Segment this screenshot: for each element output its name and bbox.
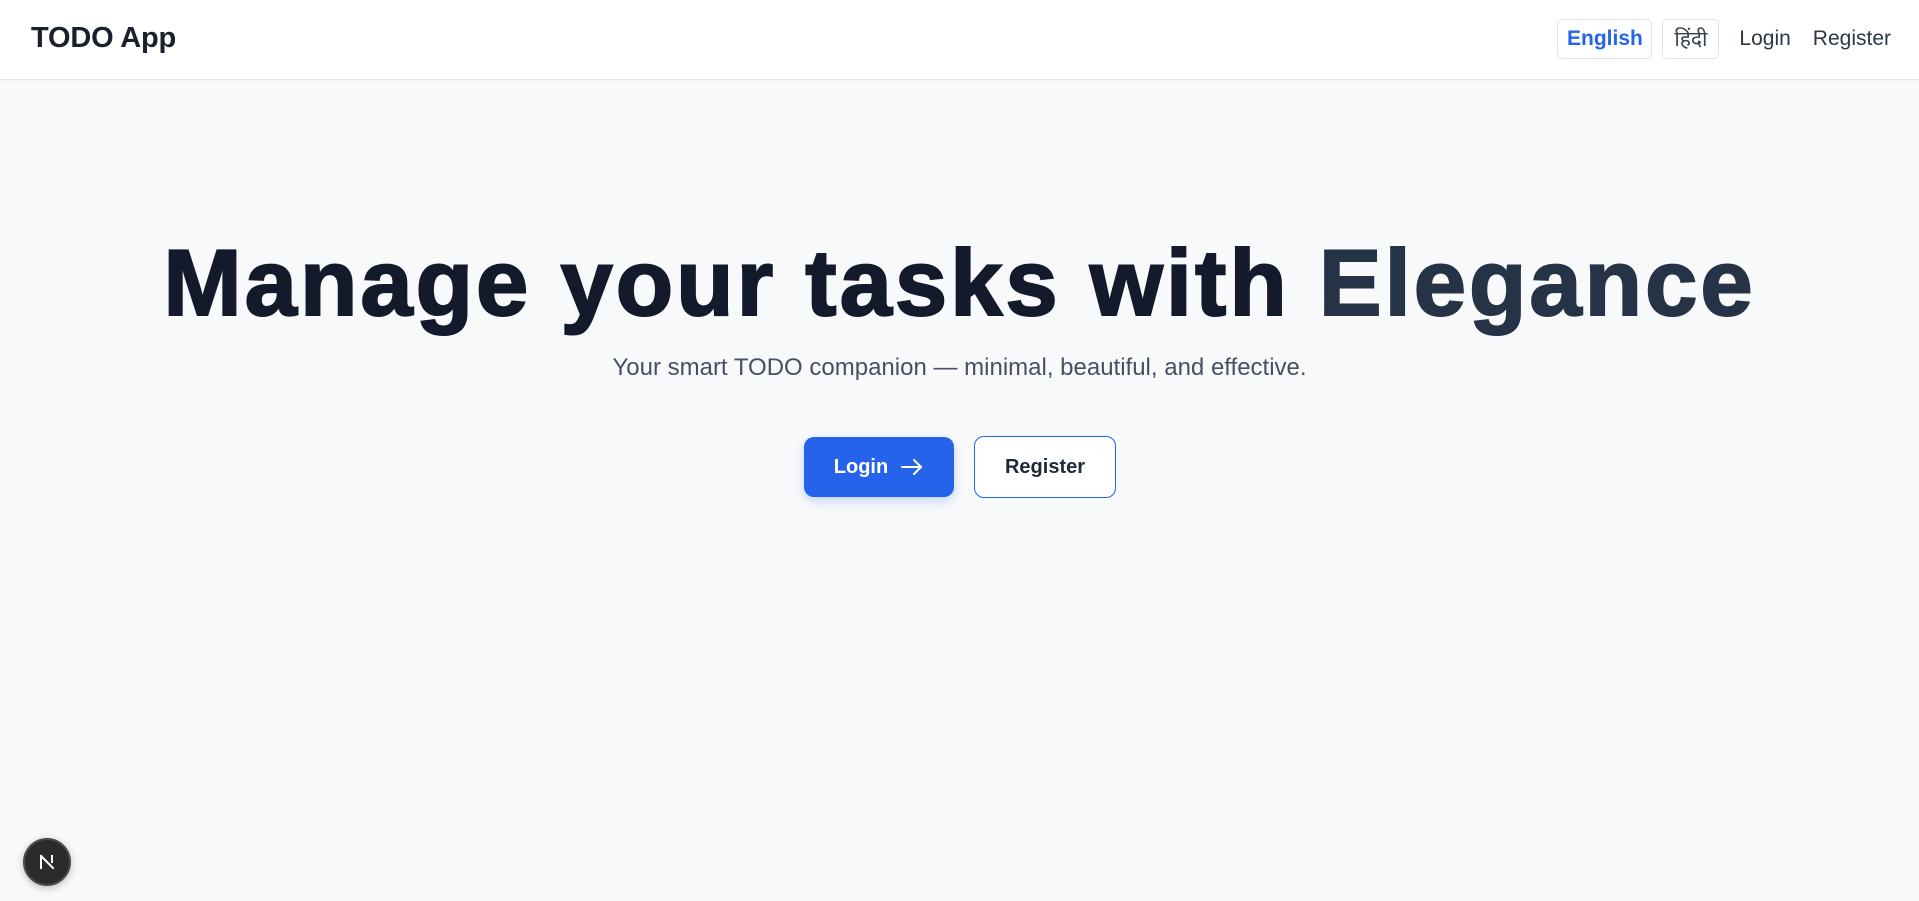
arrow-right-icon: [900, 458, 924, 476]
cta-buttons: Login Register: [804, 436, 1116, 498]
brand-logo-text[interactable]: TODO App: [31, 20, 176, 56]
hero-title: Manage your tasks with Elegance: [0, 228, 1919, 338]
nav-login-link[interactable]: Login: [1739, 27, 1790, 51]
hero-subtitle: Your smart TODO companion — minimal, bea…: [612, 354, 1307, 381]
nextjs-dev-badge[interactable]: [23, 838, 71, 886]
nav-register-link[interactable]: Register: [1813, 27, 1891, 51]
language-english-button[interactable]: English: [1557, 19, 1653, 59]
hero-login-button[interactable]: Login: [804, 437, 954, 497]
language-hindi-button[interactable]: हिंदी: [1662, 19, 1720, 59]
hero-title-accent: Elegance: [1318, 229, 1756, 336]
navbar: TODO App English हिंदी Login Register: [0, 0, 1919, 80]
hero-title-main: Manage your tasks with: [162, 229, 1319, 336]
nav-actions: English हिंदी Login Register: [1557, 18, 1891, 60]
hero-register-button[interactable]: Register: [974, 436, 1116, 498]
nextjs-logo-icon: [36, 851, 58, 873]
hero-login-label: Login: [833, 455, 889, 478]
